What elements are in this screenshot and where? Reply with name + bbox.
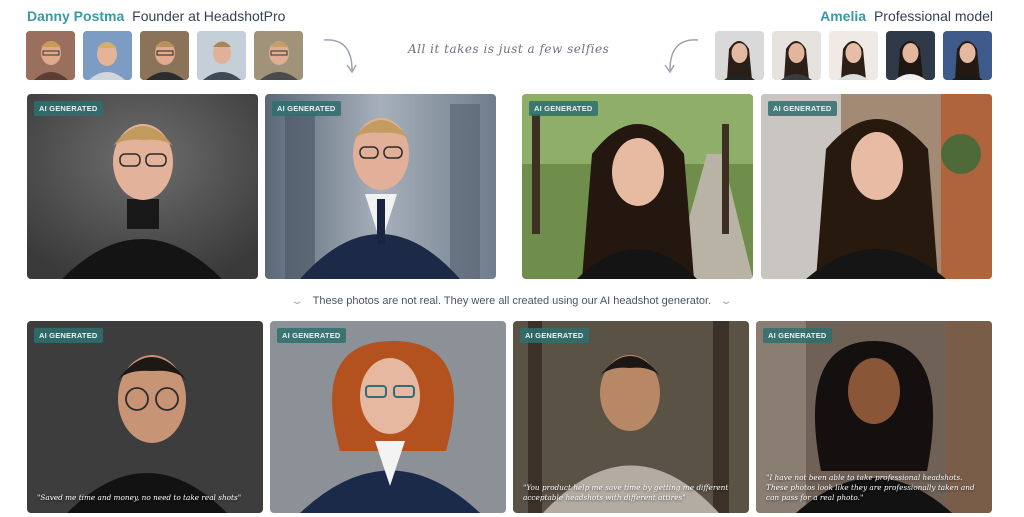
ai-headshot-testimonial-3: AI GENERATED "You product help me save t… <box>513 321 749 513</box>
danny-selfies <box>26 31 303 80</box>
ai-generated-badge: AI GENERATED <box>520 328 589 343</box>
ai-generated-badge: AI GENERATED <box>529 101 598 116</box>
disclaimer-notice: ⌄ These photos are not real. They were a… <box>0 295 1024 307</box>
testimonial-quote: "I have not been able to take profession… <box>766 473 975 503</box>
header-amelia: Amelia Professional model <box>820 8 993 24</box>
ai-generated-badge: AI GENERATED <box>768 101 837 116</box>
danny-role: Founder at HeadshotPro <box>132 8 286 24</box>
curved-arrow-icon <box>323 39 357 74</box>
selfie-thumbnail <box>715 31 764 80</box>
ai-generated-badge: AI GENERATED <box>34 101 103 116</box>
disclaimer-text: These photos are not real. They were all… <box>312 295 712 307</box>
ai-headshot-amelia-office: AI GENERATED <box>761 94 992 279</box>
selfie-thumbnail <box>197 31 246 80</box>
ai-headshot-testimonial-4: AI GENERATED "I have not been able to ta… <box>756 321 992 513</box>
curved-arrow-icon <box>664 39 699 74</box>
ai-headshot-amelia-park: AI GENERATED <box>522 94 753 279</box>
amelia-selfies <box>715 31 992 80</box>
ai-headshot-testimonial-1: AI GENERATED "Saved me time and money, n… <box>27 321 263 513</box>
header-danny: Danny Postma Founder at HeadshotPro <box>27 8 285 24</box>
testimonial-quote: "Saved me time and money, no need to tak… <box>37 493 242 503</box>
testimonial-quote: "You product help me save time by gettin… <box>523 483 729 503</box>
selfie-thumbnail <box>829 31 878 80</box>
amelia-role: Professional model <box>873 8 993 24</box>
ai-generated-badge: AI GENERATED <box>272 101 341 116</box>
ai-generated-badge: AI GENERATED <box>34 328 103 343</box>
chevron-down-icon: ⌄ <box>290 296 305 307</box>
ai-headshot-testimonial-2: AI GENERATED <box>270 321 506 513</box>
selfie-thumbnail <box>83 31 132 80</box>
selfie-thumbnail <box>943 31 992 80</box>
ai-headshot-danny-suit: AI GENERATED <box>265 94 496 279</box>
selfie-thumbnail <box>886 31 935 80</box>
danny-name: Danny Postma <box>27 8 125 24</box>
selfie-thumbnail <box>140 31 189 80</box>
selfie-thumbnail <box>772 31 821 80</box>
ai-generated-badge: AI GENERATED <box>763 328 832 343</box>
amelia-name: Amelia <box>820 8 867 24</box>
selfie-thumbnail <box>26 31 75 80</box>
ai-generated-badge: AI GENERATED <box>277 328 346 343</box>
selfie-thumbnail <box>254 31 303 80</box>
ai-headshot-danny-turtleneck: AI GENERATED <box>27 94 258 279</box>
tagline: All it takes is just a few selfies <box>408 42 610 56</box>
chevron-down-icon: ⌄ <box>719 296 734 307</box>
